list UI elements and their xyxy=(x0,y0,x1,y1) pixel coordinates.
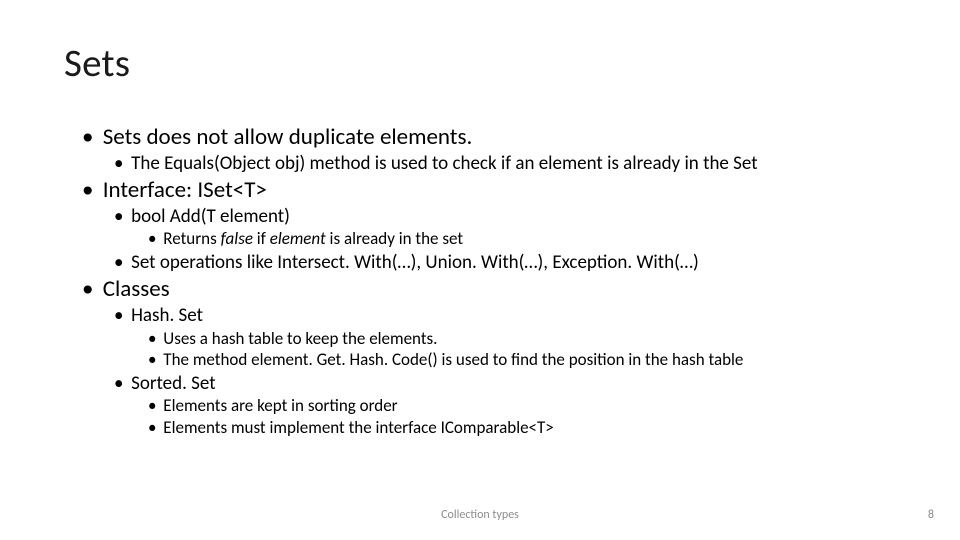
content-list: Sets does not allow duplicate elements. … xyxy=(82,123,896,439)
bullet-classes: Classes xyxy=(82,275,896,303)
bullet-interface-iset: Interface: ISet<T> xyxy=(82,176,896,204)
bullet-sets-no-duplicates: Sets does not allow duplicate elements. xyxy=(82,123,896,151)
slide: Sets Sets does not allow duplicate eleme… xyxy=(0,0,960,540)
bullet-bool-add: bool Add(T element) xyxy=(114,205,896,228)
bullet-returns-false: Returns false if element is already in t… xyxy=(148,229,896,250)
bullet-set-operations: Set operations like Intersect. With(…), … xyxy=(114,251,896,274)
bullet-hashset-table: Uses a hash table to keep the elements. xyxy=(148,329,896,350)
slide-title: Sets xyxy=(64,40,896,87)
bullet-gethashcode: The method element. Get. Hash. Code() is… xyxy=(148,350,896,371)
bullet-icomparable: Elements must implement the interface IC… xyxy=(148,418,896,439)
bullet-sortedset: Sorted. Set xyxy=(114,372,896,395)
bullet-sorting-order: Elements are kept in sorting order xyxy=(148,396,896,417)
text: is already in the set xyxy=(326,228,463,249)
text: Returns xyxy=(163,228,220,249)
bullet-hashset: Hash. Set xyxy=(114,304,896,327)
page-number: 8 xyxy=(928,508,934,522)
text: if xyxy=(253,228,270,249)
bullet-equals-method: The Equals(Object obj) method is used to… xyxy=(114,152,896,175)
italic-false: false xyxy=(221,228,253,249)
footer-label: Collection types xyxy=(0,508,960,522)
italic-element: element xyxy=(270,228,326,249)
